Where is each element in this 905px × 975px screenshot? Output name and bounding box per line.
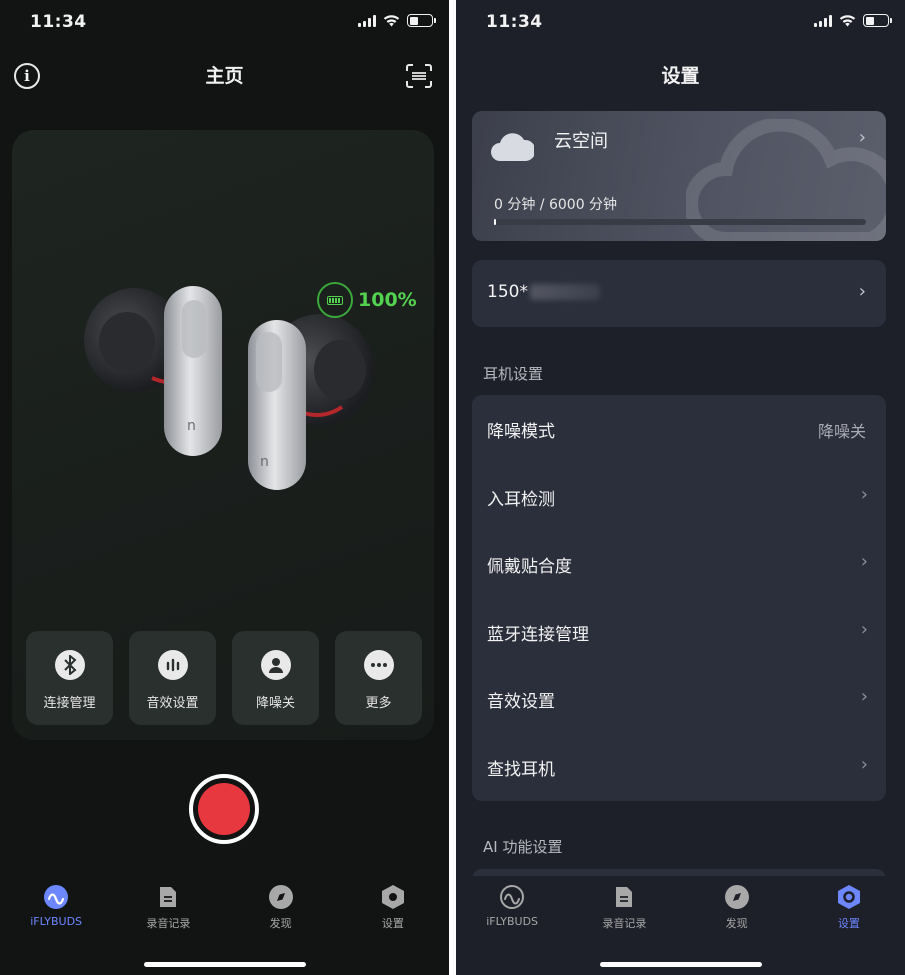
quick-label: 音效设置: [146, 696, 199, 711]
row-sound-settings[interactable]: 音效设置 ›: [472, 665, 886, 733]
chevron-right-icon: ›: [860, 483, 868, 505]
row-label: 佩戴贴合度: [487, 557, 572, 578]
record-button[interactable]: [189, 774, 259, 844]
tab-label: 发现: [269, 917, 292, 930]
home-screen: 11:34 i 主页 n n 100% 连接管理 音效设置 降噪关 更多 iFL…: [0, 0, 449, 975]
quick-label: 连接管理: [43, 696, 96, 711]
cellular-signal-icon: [814, 14, 832, 27]
row-find-earphones[interactable]: 查找耳机 ›: [472, 733, 886, 801]
chevron-right-icon: ›: [860, 686, 868, 708]
cloud-usage-bar: [494, 219, 866, 225]
quick-more-button[interactable]: 更多: [335, 631, 422, 725]
row-bluetooth-management[interactable]: 蓝牙连接管理 ›: [472, 598, 886, 666]
tab-label: 录音记录: [146, 917, 191, 930]
settings-screen: 11:34 设置 云空间 › 0 分钟 / 6000 分钟 150* › 耳机设…: [456, 0, 905, 975]
account-number: 150*: [487, 282, 528, 302]
row-fit-test[interactable]: 佩戴贴合度 ›: [472, 530, 886, 598]
tab-label: 设置: [837, 917, 860, 930]
row-label: 音效设置: [487, 692, 555, 713]
page-title: 主页: [205, 65, 244, 87]
row-label: 查找耳机: [487, 759, 555, 780]
tab-settings[interactable]: 设置: [793, 884, 905, 944]
quick-label: 降噪关: [255, 696, 295, 711]
section-heading-earphone: 耳机设置: [483, 365, 544, 383]
document-icon: [611, 884, 637, 910]
cellular-signal-icon: [358, 14, 376, 27]
phone-battery-icon: [407, 14, 436, 27]
compass-icon: [268, 884, 294, 910]
device-card: n n 100% 连接管理 音效设置 降噪关 更多: [12, 130, 434, 740]
tab-label: 录音记录: [602, 917, 647, 930]
earbuds-battery-indicator: 100%: [317, 282, 417, 318]
tab-label: iFLYBUDS: [30, 915, 83, 928]
phone-battery-icon: [863, 14, 892, 27]
wifi-icon: [383, 15, 400, 27]
tab-discover[interactable]: 发现: [225, 884, 337, 944]
tab-bar: iFLYBUDS 录音记录 发现 设置: [0, 884, 449, 944]
iflybuds-icon: [43, 884, 69, 910]
row-in-ear-detection[interactable]: 入耳检测 ›: [472, 463, 886, 531]
more-icon: [363, 650, 394, 680]
compass-icon: [724, 884, 750, 910]
cloud-storage-card[interactable]: 云空间 › 0 分钟 / 6000 分钟: [472, 111, 886, 241]
tab-iflybuds[interactable]: iFLYBUDS: [0, 884, 112, 944]
svg-text:n: n: [187, 418, 196, 434]
tab-recordings[interactable]: 录音记录: [568, 884, 680, 944]
info-icon[interactable]: i: [14, 63, 40, 89]
tab-label: iFLYBUDS: [486, 915, 539, 928]
wifi-icon: [839, 15, 856, 27]
cloud-title: 云空间: [554, 131, 608, 152]
tab-bar: iFLYBUDS 录音记录 发现 设置: [456, 884, 905, 944]
scan-icon[interactable]: [405, 63, 433, 89]
masked-number: [529, 284, 600, 300]
tab-iflybuds[interactable]: iFLYBUDS: [456, 884, 568, 944]
status-bar: 11:34: [456, 0, 905, 46]
document-icon: [155, 884, 181, 910]
battery-icon: [317, 282, 353, 318]
page-title: 设置: [661, 65, 700, 87]
tab-label: 发现: [725, 917, 748, 930]
home-indicator: [599, 962, 762, 967]
row-label: 入耳检测: [487, 489, 555, 510]
cloud-usage-fill: [494, 219, 496, 225]
row-value: 降噪关: [817, 422, 866, 441]
home-indicator: [143, 962, 306, 967]
status-time: 11:34: [486, 12, 543, 32]
svg-text:n: n: [260, 454, 269, 470]
hexagon-settings-icon: [380, 884, 406, 910]
chevron-right-icon: ›: [860, 618, 868, 640]
tab-recordings[interactable]: 录音记录: [112, 884, 224, 944]
cloud-icon: [491, 133, 534, 161]
bluetooth-icon: [54, 650, 85, 680]
quick-connection-button[interactable]: 连接管理: [26, 631, 113, 725]
home-navbar: i 主页: [0, 54, 449, 98]
row-label: 降噪模式: [487, 422, 555, 442]
quick-actions: 连接管理 音效设置 降噪关 更多: [26, 631, 422, 725]
quick-anc-button[interactable]: 降噪关: [232, 631, 319, 725]
status-time: 11:34: [30, 12, 87, 32]
chevron-right-icon: ›: [858, 127, 866, 148]
tab-settings[interactable]: 设置: [337, 884, 449, 944]
quick-sound-button[interactable]: 音效设置: [129, 631, 216, 725]
cloud-usage-text: 0 分钟 / 6000 分钟: [494, 197, 618, 213]
chevron-right-icon: ›: [860, 551, 868, 573]
row-label: 蓝牙连接管理: [487, 624, 589, 645]
earphone-settings-list: 降噪模式 降噪关 入耳检测 › 佩戴贴合度 › 蓝牙连接管理 › 音效设置 › …: [472, 395, 886, 801]
row-anc-mode[interactable]: 降噪模式 降噪关: [472, 395, 886, 463]
quick-label: 更多: [365, 696, 392, 711]
tab-label: 设置: [381, 917, 404, 930]
record-icon: [198, 783, 250, 835]
person-icon: [260, 650, 291, 680]
chevron-right-icon: ›: [860, 753, 868, 775]
status-bar: 11:34: [0, 0, 449, 46]
account-card[interactable]: 150* ›: [472, 260, 886, 327]
battery-percent: 100%: [358, 289, 417, 311]
hexagon-settings-icon: [836, 884, 862, 910]
tab-discover[interactable]: 发现: [681, 884, 793, 944]
section-heading-ai: AI 功能设置: [483, 838, 563, 856]
chevron-right-icon: ›: [858, 281, 866, 302]
equalizer-icon: [157, 650, 188, 680]
iflybuds-icon: [499, 884, 525, 910]
settings-navbar: 设置: [456, 54, 905, 98]
